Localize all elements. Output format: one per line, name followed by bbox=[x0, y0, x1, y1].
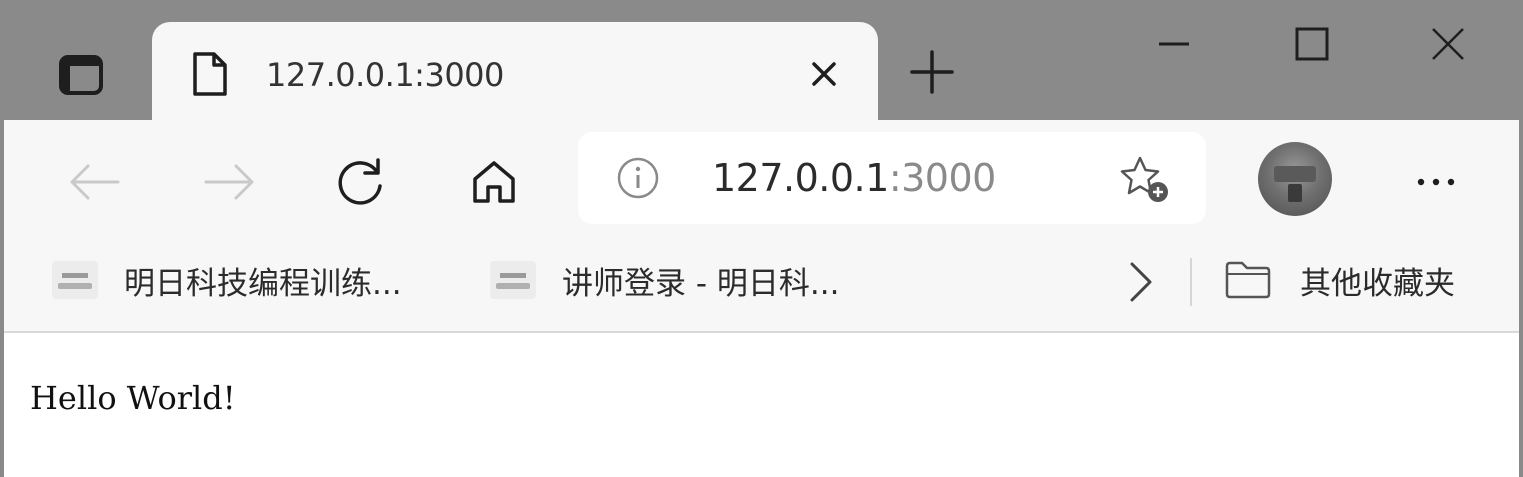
maximize-icon bbox=[1295, 27, 1329, 61]
tab-title: 127.0.0.1:3000 bbox=[266, 56, 504, 94]
minimize-button[interactable] bbox=[1144, 16, 1204, 72]
bookmark-label: 讲师登录 - 明日科... bbox=[562, 265, 840, 302]
page-content: Hello World! bbox=[4, 333, 1519, 477]
page-text: Hello World! bbox=[30, 379, 236, 417]
window-close-button[interactable] bbox=[1418, 16, 1478, 72]
forward-button[interactable] bbox=[200, 152, 260, 212]
other-favorites-label: 其他收藏夹 bbox=[1300, 265, 1455, 302]
minimize-icon bbox=[1159, 42, 1189, 46]
site-favicon-icon bbox=[490, 261, 536, 299]
info-icon bbox=[617, 157, 659, 199]
url-text: 127.0.0.1:3000 bbox=[712, 156, 996, 200]
toolbar: 127.0.0.1:3000 bbox=[4, 120, 1519, 236]
close-icon bbox=[1432, 28, 1464, 60]
bookmarks-bar: 明日科技编程训练... 讲师登录 - 明日科... 其他收藏夹 bbox=[4, 236, 1519, 333]
back-button[interactable] bbox=[64, 152, 124, 212]
plus-icon bbox=[910, 50, 954, 94]
browser-window: 127.0.0.1:3000 127.0.0.1:3000 明日科技编程训练..… bbox=[0, 0, 1523, 477]
refresh-button[interactable] bbox=[330, 152, 390, 212]
title-bar: 127.0.0.1:3000 bbox=[4, 0, 1519, 120]
url-host: 127.0.0.1 bbox=[712, 156, 889, 200]
page-icon bbox=[193, 52, 227, 96]
maximize-button[interactable] bbox=[1282, 16, 1342, 72]
more-menu-button[interactable] bbox=[1406, 152, 1466, 212]
folder-icon bbox=[1225, 261, 1271, 299]
tab-actions-icon bbox=[59, 55, 103, 95]
arrow-right-icon bbox=[204, 164, 254, 200]
tab-close-button[interactable] bbox=[804, 54, 844, 94]
tab-actions-button[interactable] bbox=[54, 48, 108, 102]
bookmark-label: 明日科技编程训练... bbox=[124, 265, 402, 302]
profile-avatar[interactable] bbox=[1258, 142, 1332, 216]
bookmark-item[interactable]: 明日科技编程训练... bbox=[52, 258, 402, 302]
other-favorites-button[interactable]: 其他收藏夹 bbox=[1224, 258, 1455, 302]
refresh-icon bbox=[338, 158, 382, 205]
more-icon bbox=[1417, 178, 1455, 186]
home-icon bbox=[473, 161, 515, 203]
star-add-icon[interactable] bbox=[1118, 154, 1174, 206]
avatar-graphic bbox=[1274, 166, 1316, 182]
arrow-left-icon bbox=[70, 164, 120, 200]
avatar-graphic-detail bbox=[1288, 184, 1302, 202]
home-button[interactable] bbox=[464, 152, 524, 212]
close-icon bbox=[812, 62, 836, 86]
chevron-right-icon[interactable] bbox=[1122, 258, 1162, 306]
site-favicon-icon bbox=[52, 261, 98, 299]
bookmarks-divider bbox=[1190, 258, 1192, 306]
address-bar[interactable]: 127.0.0.1:3000 bbox=[578, 132, 1206, 224]
active-tab[interactable]: 127.0.0.1:3000 bbox=[152, 22, 878, 120]
url-port: :3000 bbox=[888, 156, 997, 200]
new-tab-button[interactable] bbox=[904, 44, 960, 100]
bookmark-item[interactable]: 讲师登录 - 明日科... bbox=[490, 258, 839, 302]
